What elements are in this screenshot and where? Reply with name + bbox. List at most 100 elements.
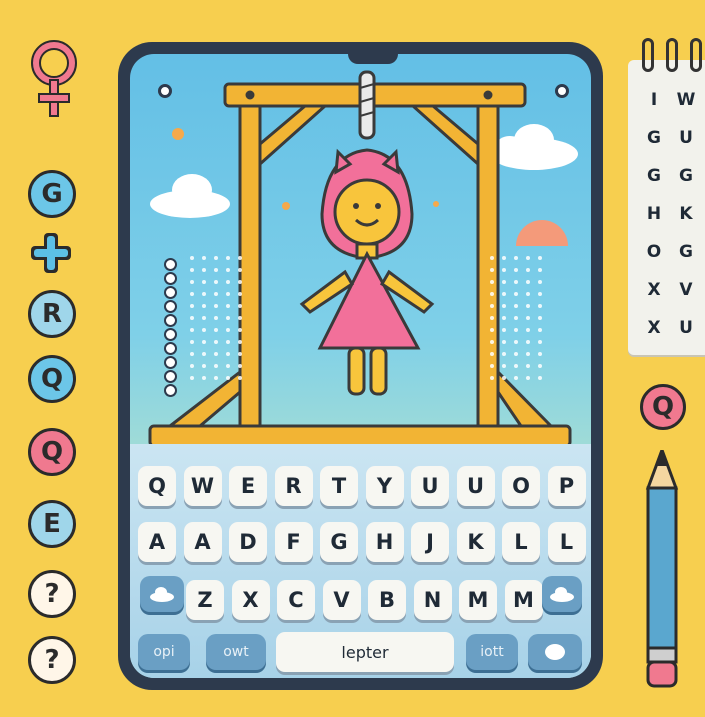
badge-letter-right: Q [640,384,686,430]
dot [490,352,494,356]
dot [238,268,242,272]
dot [226,304,230,308]
dot [490,376,494,380]
notebook-ring [690,38,702,72]
badge-question: ? [28,636,76,684]
dot [502,328,506,332]
key-m[interactable]: M [504,580,543,620]
option-key-3[interactable]: iott [466,634,518,670]
key-z[interactable]: Z [186,580,224,620]
dot [526,352,530,356]
letter-keyboard: QWERTYUUOP AADFGHJKLL ZXCVBNMM opi owt l… [130,444,591,678]
dot [238,316,242,320]
guess-bead [164,356,177,369]
dot [214,280,218,284]
notebook-letter: K [679,204,693,224]
space-bar[interactable]: lepter [276,632,454,672]
notebook-letter: G [679,166,693,186]
dot [238,328,242,332]
dot [538,304,542,308]
key-m[interactable]: M [459,580,497,620]
dot [502,280,506,284]
dot [214,376,218,380]
key-l[interactable]: L [502,522,540,562]
key-j[interactable]: J [411,522,449,562]
dot [502,268,506,272]
key-w[interactable]: W [183,466,222,506]
option-key-2[interactable]: owt [206,634,266,670]
dot [214,328,218,332]
dot [526,280,530,284]
dot [502,352,506,356]
dot [490,268,494,272]
key-y[interactable]: Y [365,466,404,506]
key-u[interactable]: U [456,466,495,506]
key-f[interactable]: F [274,522,313,562]
key-l[interactable]: L [547,522,586,562]
dot [514,316,518,320]
dot [490,328,494,332]
key-v[interactable]: V [322,580,361,620]
dot [490,256,494,260]
key-u[interactable]: U [411,466,449,506]
notebook-letter: V [679,280,693,300]
key-b[interactable]: B [368,580,406,620]
key-h[interactable]: H [365,522,404,562]
dot [190,316,194,320]
dot [214,292,218,296]
tablet-device: QWERTYUUOP AADFGHJKLL ZXCVBNMM opi owt l… [118,42,603,690]
badge-question: ? [28,570,76,618]
dot [514,280,518,284]
dot [526,292,530,296]
plus-svg [31,233,71,273]
dot [514,292,518,296]
backspace-key[interactable] [528,634,582,670]
cloud-key[interactable] [140,576,184,612]
key-a[interactable]: A [183,522,222,562]
key-c[interactable]: C [277,580,315,620]
female-symbol-svg [31,40,77,117]
cloud-key-right[interactable] [542,576,582,612]
dot [526,364,530,368]
dot [514,352,518,356]
key-k[interactable]: K [456,522,495,562]
key-p[interactable]: P [547,466,586,506]
dot [526,304,530,308]
dot [190,328,194,332]
dot [526,328,530,332]
key-r[interactable]: R [274,466,313,506]
dot [502,316,506,320]
key-q[interactable]: Q [138,466,176,506]
notebook-letters: IWGUGGHKOGXVXU [628,38,705,355]
dot [238,352,242,356]
dot [502,256,506,260]
key-d[interactable]: D [229,522,267,562]
dot [190,340,194,344]
key-x[interactable]: X [231,580,270,620]
key-e[interactable]: E [229,466,267,506]
key-n[interactable]: N [413,580,452,620]
sun-icon [516,220,568,246]
dot [238,256,242,260]
key-a[interactable]: A [138,522,176,562]
hangman-scene [148,70,578,446]
sparkle-icon [172,128,184,140]
dot [214,340,218,344]
dot [538,292,542,296]
dot [238,280,242,284]
dot [490,292,494,296]
dot [490,316,494,320]
dot [190,304,194,308]
key-g[interactable]: G [320,522,358,562]
dot [202,376,206,380]
dot [202,364,206,368]
key-t[interactable]: T [320,466,358,506]
option-key[interactable]: opi [138,634,190,670]
dot [226,376,230,380]
notebook-ring [642,38,654,72]
dot [226,316,230,320]
key-o[interactable]: O [502,466,540,506]
rope [358,70,376,140]
dot [226,256,230,260]
guess-bead [164,370,177,383]
